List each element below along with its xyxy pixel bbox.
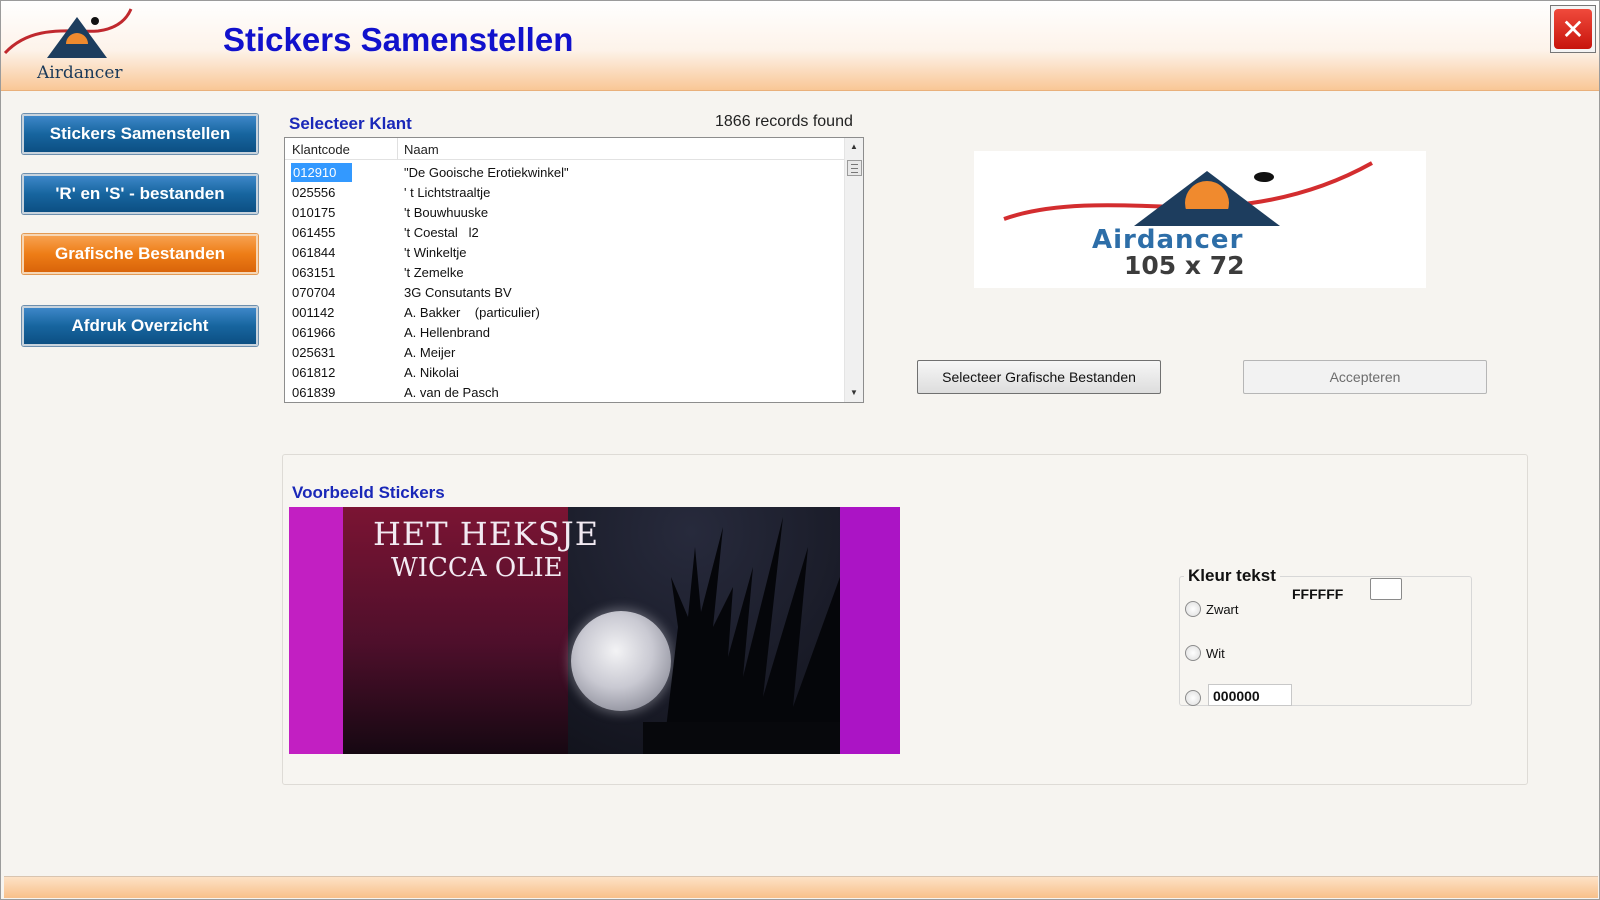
cell-name: A. van de Pasch xyxy=(404,385,499,400)
cell-code: 025556 xyxy=(292,185,336,200)
cell-code: 061455 xyxy=(292,225,336,240)
table-row[interactable]: 061839 A. van de Pasch xyxy=(285,382,845,402)
records-count: 1866 records found xyxy=(715,113,853,130)
cell-code: 010175 xyxy=(292,205,336,220)
cell-code: 061844 xyxy=(292,245,336,260)
scroll-up-arrow-icon[interactable]: ▲ xyxy=(845,138,863,156)
text-color-title: Kleur tekst xyxy=(1184,566,1280,586)
cell-name: 3G Consutants BV xyxy=(404,285,512,300)
table-row[interactable]: 010175 't Bouwhuuske xyxy=(285,202,845,222)
nav-stickers-samenstellen-button[interactable]: Stickers Samenstellen xyxy=(22,114,258,154)
trees-icon xyxy=(643,517,840,754)
cell-name: A. Bakker (particulier) xyxy=(404,305,540,320)
cell-code: 061966 xyxy=(292,325,336,340)
table-row[interactable]: 025556 ' t Lichtstraaltje xyxy=(285,182,845,202)
cell-code: 070704 xyxy=(292,285,336,300)
sticker-night-scene: HET HEKSJE WICCA OLIE xyxy=(343,507,840,754)
cell-code: 001142 xyxy=(292,305,335,320)
table-row[interactable]: 061844 't Winkeltje xyxy=(285,242,845,262)
cell-name: 't Winkeltje xyxy=(404,245,467,260)
table-row[interactable]: 012910 "De Gooische Erotiekwinkel" xyxy=(285,162,845,182)
main-window: Airdancer Stickers Samenstellen ✕ Sticke… xyxy=(0,0,1600,900)
page-title: Stickers Samenstellen xyxy=(223,21,574,58)
cell-name: 't Zemelke xyxy=(404,265,464,280)
customer-list[interactable]: Klantcode Naam 012910 "De Gooische Erotie… xyxy=(284,137,864,403)
customer-section-title: Selecteer Klant xyxy=(289,114,412,133)
text-color-hex-label: FFFFFF xyxy=(1292,586,1344,602)
select-graphics-button[interactable]: Selecteer Grafische Bestanden xyxy=(917,360,1161,394)
nav-grafische-bestanden-button[interactable]: Grafische Bestanden xyxy=(22,234,258,274)
airdancer-logo: Airdancer xyxy=(3,3,151,89)
table-row[interactable]: 061455 't Coestal l2 xyxy=(285,222,845,242)
table-row[interactable]: 025631 A. Meijer xyxy=(285,342,845,362)
logo-preview-size: 105 x 72 xyxy=(1124,251,1245,280)
nav-r-s-bestanden-button[interactable]: 'R' en 'S' - bestanden xyxy=(22,174,258,214)
radio-zwart-label: Zwart xyxy=(1206,602,1239,617)
table-row[interactable]: 061966 A. Hellenbrand xyxy=(285,322,845,342)
radio-zwart[interactable] xyxy=(1185,601,1201,617)
scroll-thumb[interactable] xyxy=(847,160,862,176)
cell-name: A. Nikolai xyxy=(404,365,459,380)
table-row[interactable]: 061812 A. Nikolai xyxy=(285,362,845,382)
list-scrollbar[interactable]: ▲ ▼ xyxy=(844,138,863,402)
close-x-icon: ✕ xyxy=(1554,9,1592,49)
cell-code: 061839 xyxy=(292,385,336,400)
sticker-logo-preview: Airdancer 105 x 72 xyxy=(974,151,1426,288)
column-divider xyxy=(397,138,398,160)
header-bar: Airdancer Stickers Samenstellen ✕ xyxy=(1,1,1599,91)
cell-name: A. Hellenbrand xyxy=(404,325,490,340)
list-header: Klantcode Naam xyxy=(285,138,845,160)
sticker-right-strip xyxy=(840,507,900,754)
table-row[interactable]: 063151 't Zemelke xyxy=(285,262,845,282)
cell-code: 061812 xyxy=(292,365,336,380)
column-header-naam[interactable]: Naam xyxy=(404,142,439,157)
radio-wit[interactable] xyxy=(1185,645,1201,661)
cell-name: A. Meijer xyxy=(404,345,456,360)
status-bar xyxy=(4,876,1598,898)
sticker-preview-image: HET HEKSJE WICCA OLIE xyxy=(289,507,900,754)
sticker-line-1: HET HEKSJE xyxy=(373,515,600,553)
list-rows: 012910 "De Gooische Erotiekwinkel" 025556… xyxy=(285,162,845,402)
text-color-swatch[interactable] xyxy=(1370,578,1402,600)
preview-section-title: Voorbeeld Stickers xyxy=(292,483,445,502)
close-button[interactable]: ✕ xyxy=(1550,5,1596,53)
cell-code: 012910 xyxy=(291,163,353,182)
cell-name: ' t Lichtstraaltje xyxy=(404,185,491,200)
cell-name: 't Bouwhuuske xyxy=(404,205,489,220)
scroll-down-arrow-icon[interactable]: ▼ xyxy=(845,384,863,402)
column-header-klantcode[interactable]: Klantcode xyxy=(292,142,350,157)
logo-label: Airdancer xyxy=(37,63,123,83)
radio-custom[interactable] xyxy=(1185,690,1201,706)
cell-code: 063151 xyxy=(292,265,336,280)
table-row[interactable]: 001142 A. Bakker (particulier) xyxy=(285,302,845,322)
table-row[interactable]: 070704 3G Consutants BV xyxy=(285,282,845,302)
sticker-line-2: WICCA OLIE xyxy=(391,553,563,583)
radio-wit-label: Wit xyxy=(1206,646,1225,661)
custom-color-input[interactable]: 000000 xyxy=(1208,684,1292,706)
accept-button[interactable]: Accepteren xyxy=(1243,360,1487,394)
cell-name: 't Coestal l2 xyxy=(404,225,479,240)
cell-code: 025631 xyxy=(292,345,336,360)
nav-afdruk-overzicht-button[interactable]: Afdruk Overzicht xyxy=(22,306,258,346)
cell-name: "De Gooische Erotiekwinkel" xyxy=(404,165,569,180)
